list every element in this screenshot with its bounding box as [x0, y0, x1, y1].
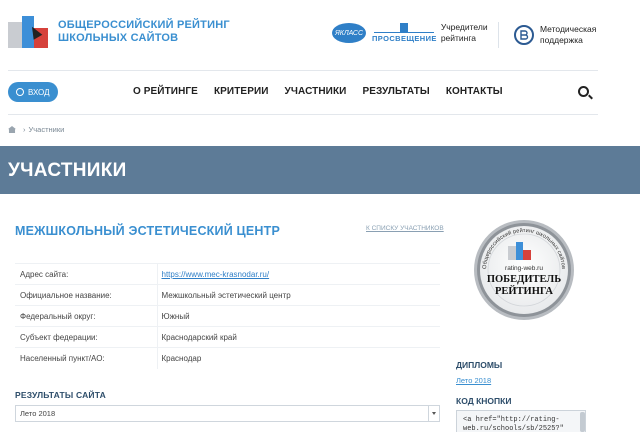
prosveshchenie-word: ПРОСВЕЩЕНИЕ: [372, 34, 437, 43]
user-icon: [16, 88, 24, 96]
page-banner: УЧАСТНИКИ: [0, 146, 640, 194]
nav-item-contacts[interactable]: КОНТАКТЫ: [446, 86, 503, 97]
login-button[interactable]: ВХОД: [8, 82, 58, 102]
page-title: УЧАСТНИКИ: [8, 160, 127, 181]
winner-seal: Общероссийский рейтинг школьных сайтов r…: [472, 218, 576, 322]
results-select-value: Лето 2018: [20, 409, 56, 418]
logo-text: ОБЩЕРОССИЙСКИЙ РЕЙТИНГ ШКОЛЬНЫХ САЙТОВ: [58, 19, 230, 45]
back-to-list-link[interactable]: К СПИСКУ УЧАСТНИКОВ: [366, 225, 444, 232]
header-separator: [8, 70, 598, 71]
search-icon[interactable]: [578, 86, 589, 97]
organization-info-table: Адрес сайта: https://www.mec-krasnodar.r…: [15, 263, 440, 369]
yaklass-logo-icon: ЯКЛАСС: [332, 23, 366, 43]
results-title: РЕЗУЛЬТАТЫ САЙТА: [15, 390, 106, 400]
diplomas-title: ДИПЛОМЫ: [456, 360, 503, 370]
logo-bars-icon: [8, 14, 50, 50]
login-label: ВХОД: [28, 87, 50, 97]
breadcrumb: › Участники: [8, 125, 64, 134]
founders-label: Учредители рейтинга: [441, 22, 488, 44]
results-period-select[interactable]: Лето 2018: [15, 405, 440, 422]
info-key: Населенный пункт/АО:: [15, 347, 158, 369]
info-value: Краснодар: [157, 347, 440, 369]
nav-item-criteria[interactable]: КРИТЕРИИ: [214, 86, 269, 97]
seal-line-2: РЕЙТИНГА: [495, 285, 553, 297]
nav-item-results[interactable]: РЕЗУЛЬТАТЫ: [362, 86, 429, 97]
chevron-down-icon[interactable]: [428, 406, 439, 421]
nav-item-participants[interactable]: УЧАСТНИКИ: [285, 86, 347, 97]
method-label-2: поддержка: [540, 35, 583, 45]
method-label-1: Методическая: [540, 24, 597, 34]
organization-title: МЕЖШКОЛЬНЫЙ ЭСТЕТИЧЕСКИЙ ЦЕНТР: [15, 224, 281, 238]
home-icon[interactable]: [8, 126, 16, 133]
info-value: Межшкольный эстетический центр: [157, 284, 440, 306]
table-row: Официальное название: Межшкольный эстети…: [15, 284, 440, 306]
founders-block[interactable]: ЯКЛАСС ПРОСВЕЩЕНИЕ Учредители рейтинга: [332, 22, 488, 44]
seal-line-1: ПОБЕДИТЕЛЬ: [487, 274, 561, 285]
main-nav: О РЕЙТИНГЕ КРИТЕРИИ УЧАСТНИКИ РЕЗУЛЬТАТЫ…: [133, 86, 519, 97]
nav-item-about[interactable]: О РЕЙТИНГЕ: [133, 86, 198, 97]
hse-logo-icon: [514, 25, 534, 45]
methodical-support-block[interactable]: Методическая поддержка: [514, 24, 596, 46]
breadcrumb-separator: ›: [23, 125, 26, 134]
founders-label-1: Учредители: [440, 22, 488, 32]
header-divider: [498, 22, 499, 48]
site-logo[interactable]: ОБЩЕРОССИЙСКИЙ РЕЙТИНГ ШКОЛЬНЫХ САЙТОВ: [8, 14, 230, 50]
method-label: Методическая поддержка: [540, 24, 596, 46]
info-key: Официальное название:: [15, 284, 158, 306]
founders-label-2: рейтинга: [440, 33, 477, 43]
info-value: Краснодарский край: [157, 326, 440, 348]
diploma-link[interactable]: Лето 2018: [456, 376, 491, 385]
site-url-link[interactable]: https://www.mec-krasnodar.ru/: [157, 263, 440, 285]
info-key: Федеральный округ:: [15, 305, 158, 327]
breadcrumb-current: Участники: [28, 125, 65, 134]
button-code-textarea[interactable]: <a href="http://rating-web.ru/schools/sb…: [456, 410, 586, 432]
info-value: Южный: [157, 305, 440, 327]
code-scrollbar[interactable]: [580, 412, 585, 432]
button-code-title: КОД КНОПКИ: [456, 396, 512, 406]
logo-line-1: ОБЩЕРОССИЙСКИЙ РЕЙТИНГ: [58, 19, 230, 31]
table-row: Населенный пункт/АО: Краснодар: [15, 347, 440, 369]
table-row: Адрес сайта: https://www.mec-krasnodar.r…: [15, 263, 440, 285]
logo-line-2: ШКОЛЬНЫХ САЙТОВ: [58, 32, 179, 44]
info-key: Адрес сайта:: [15, 263, 158, 285]
prosveshchenie-logo: ПРОСВЕЩЕНИЕ: [372, 23, 437, 43]
nav-separator: [8, 114, 598, 115]
table-row: Федеральный округ: Южный: [15, 305, 440, 327]
table-row: Субъект федерации: Краснодарский край: [15, 326, 440, 348]
info-key: Субъект федерации:: [15, 326, 158, 348]
seal-url: rating-web.ru: [505, 265, 543, 272]
